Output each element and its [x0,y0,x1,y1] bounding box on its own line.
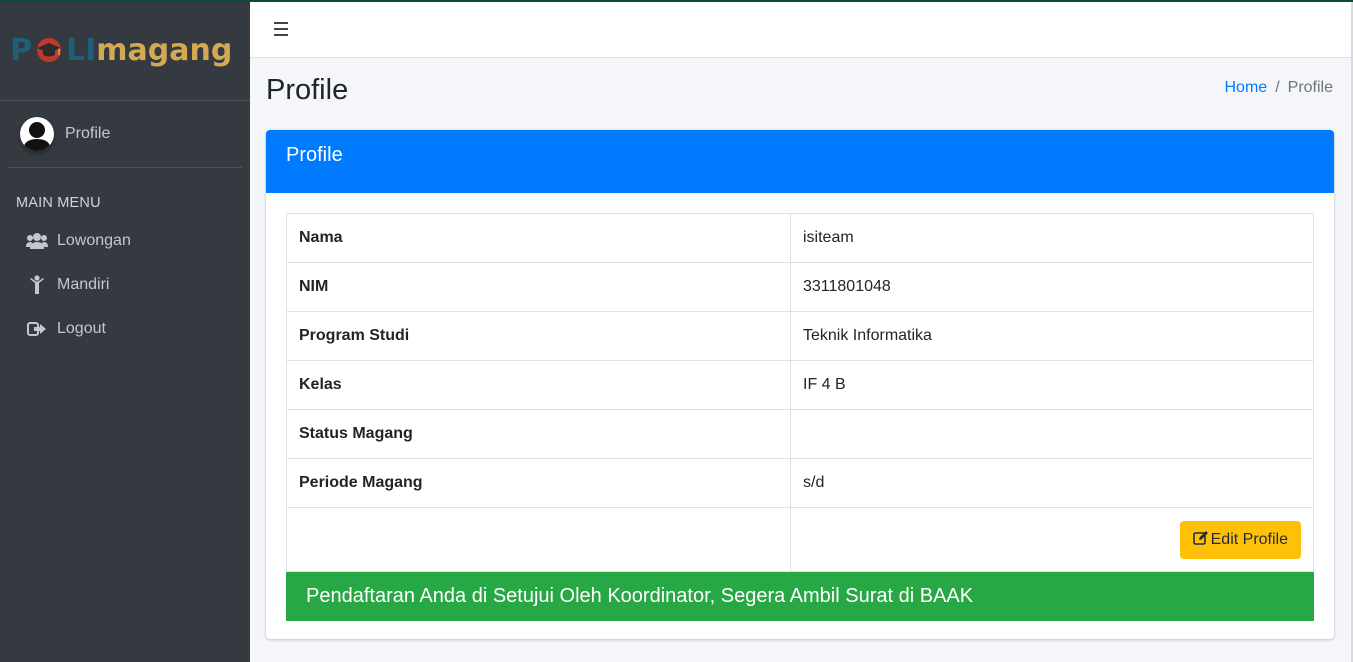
brand-letters-li: LI [66,32,97,68]
row-label: NIM [286,262,791,312]
row-label: Status Magang [286,409,791,459]
nav-label-logout: Logout [57,320,106,337]
card-body: Nama isiteam NIM 3311801048 Program Stud… [266,193,1334,641]
row-value: 3311801048 [790,262,1314,312]
table-row: Program Studi Teknik Informatika [286,311,1314,361]
breadcrumb-home-link[interactable]: Home [1225,79,1268,97]
table-row: NIM 3311801048 [286,262,1314,312]
user-silhouette-icon [23,122,51,151]
sign-out-icon [26,319,48,339]
edit-profile-button[interactable]: Edit Profile [1179,520,1301,559]
users-icon [26,231,48,251]
nav-item-logout[interactable]: Logout [0,307,250,351]
nav-label-mandiri: Mandiri [57,276,110,293]
row-value: isiteam [790,213,1314,263]
top-navbar [250,2,1351,58]
table-row-actions: Edit Profile [286,507,1314,572]
card-header: Profile [266,130,1334,193]
row-value: s/d [790,458,1314,508]
brand-letter-p: P [10,32,32,68]
user-name[interactable]: Profile [65,125,110,143]
profile-card: Profile Nama isiteam NIM 3311801048 Prog… [266,130,1334,639]
approval-alert: Pendaftaran Anda di Setujui Oleh Koordin… [286,572,1314,621]
row-value [790,409,1314,459]
table-row: Status Magang [286,409,1314,459]
brand-magang: magang [96,32,233,68]
edit-profile-label: Edit Profile [1210,530,1288,548]
breadcrumb: Home / Profile [1225,79,1334,97]
nav-label-lowongan: Lowongan [57,232,131,249]
table-row: Nama isiteam [286,213,1314,263]
avatar [20,117,54,151]
user-panel[interactable]: Profile [8,101,242,168]
profile-table: Nama isiteam NIM 3311801048 Program Stud… [286,213,1314,572]
row-label: Kelas [286,360,791,410]
breadcrumb-current: Profile [1287,79,1333,96]
row-value: Teknik Informatika [790,311,1314,361]
row-label: Program Studi [286,311,791,361]
graduation-cap-icon [33,36,65,64]
top-accent-line [0,0,1353,2]
empty-cell [286,507,791,572]
breadcrumb-separator: / [1275,79,1280,96]
table-row: Periode Magang s/d [286,458,1314,508]
nav-item-mandiri[interactable]: Mandiri [0,263,250,307]
page-title: Profile [266,74,349,106]
nav-item-lowongan[interactable]: Lowongan [0,219,250,263]
row-value: IF 4 B [790,360,1314,410]
child-icon [26,275,48,295]
row-label: Periode Magang [286,458,791,508]
brand-logo[interactable]: P LI magang [0,0,250,101]
nav-menu: Lowongan Mandiri Logout [0,219,250,351]
table-row: Kelas IF 4 B [286,360,1314,410]
row-label: Nama [286,213,791,263]
sidebar: P LI magang Profile MAIN MENU Lowongan M… [0,0,250,662]
nav-header: MAIN MENU [16,195,101,211]
brand-text: P LI magang [10,33,232,68]
action-cell: Edit Profile [790,507,1314,572]
edit-icon [1192,530,1209,550]
hamburger-menu-icon[interactable] [274,22,288,36]
